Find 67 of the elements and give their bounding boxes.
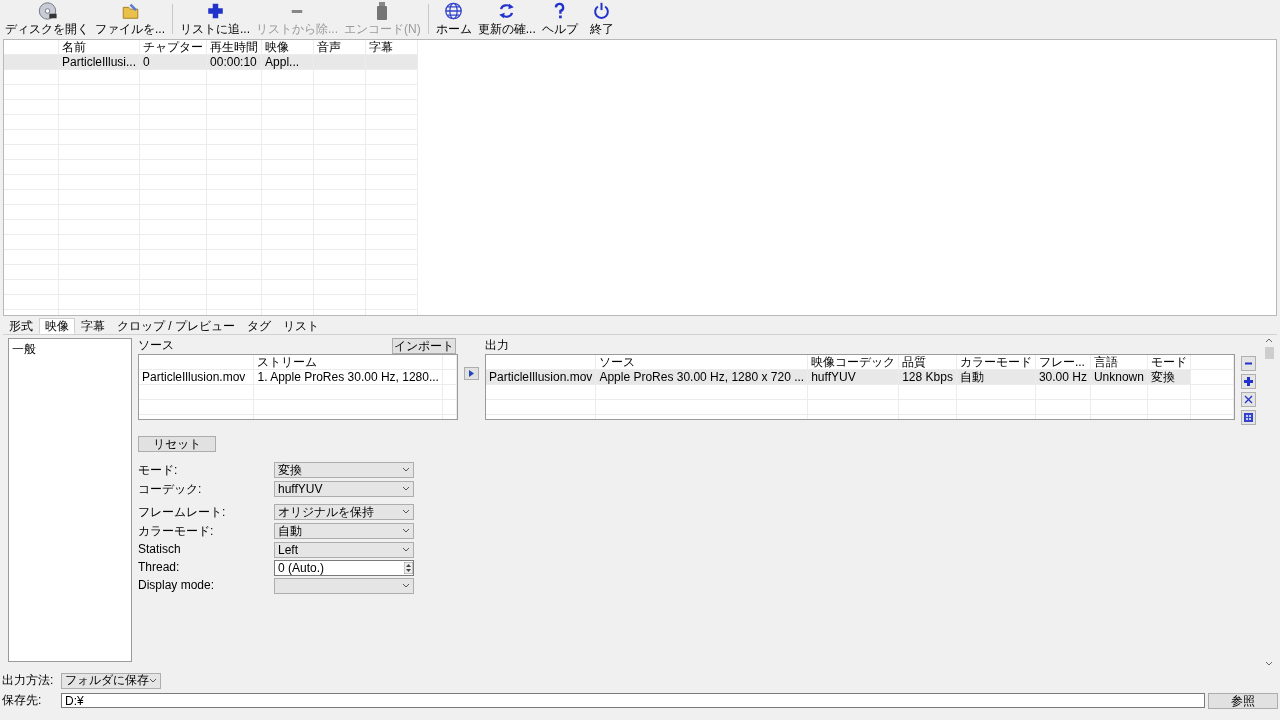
toolbar-button[interactable]: ファイルを... (92, 0, 168, 38)
toolbar-button[interactable]: ホーム (432, 0, 475, 38)
output-label: 出力 (485, 337, 509, 354)
scroll-up-icon[interactable] (1265, 337, 1273, 345)
grid-icon[interactable] (1241, 410, 1256, 425)
output-row[interactable]: ParticleIllusion.mov Apple ProRes 30.00 Hz, 1280 x 720 ... huffYUV 128 Kbps 自動 30.00 Hz Unknown 変換 (486, 369, 1234, 385)
toolbar-button[interactable]: 更新の確... (474, 0, 539, 38)
close-icon[interactable] (1241, 392, 1256, 407)
table-cell: ParticleIllusion.mov (139, 369, 254, 385)
tab[interactable]: 映像 (39, 318, 75, 334)
tab[interactable]: 字幕 (75, 318, 111, 334)
add-output-button[interactable] (464, 367, 479, 380)
toolbar-button[interactable]: リストに追... (177, 0, 254, 38)
setting-label: コーデック: (138, 481, 203, 498)
disc-icon (36, 1, 58, 21)
column-header[interactable]: ストリーム (254, 355, 443, 370)
column-header[interactable]: 字幕 (365, 40, 418, 55)
browse-button[interactable]: 参照 (1208, 692, 1278, 709)
tab[interactable]: リスト (277, 318, 325, 334)
setting-label: カラーモード: (138, 523, 215, 540)
output-method-dropdown[interactable]: フォルダに保存 (61, 672, 161, 689)
setting-label: フレームレート: (138, 504, 227, 521)
file-row[interactable]: ParticleIllusi... 0 00:00:10 Appl... (4, 54, 418, 70)
tab[interactable]: 形式 (3, 318, 39, 334)
destination-label: 保存先: (2, 692, 43, 709)
toolbar-button[interactable]: ヘルプ (538, 0, 581, 38)
dropdown[interactable]: オリジナルを保持 (274, 504, 414, 520)
import-button[interactable]: インポート (392, 337, 456, 354)
number-field[interactable]: 0 (Auto.) (274, 560, 414, 576)
setting-label: Display mode: (138, 578, 216, 594)
table-cell: 1. Apple ProRes 30.00 Hz, 1280... (254, 369, 443, 385)
column-header[interactable]: モード (1147, 355, 1191, 370)
tab[interactable]: クロップ / プレビュー (111, 318, 241, 334)
column-header[interactable]: ソース (595, 355, 808, 370)
dropdown[interactable]: huffYUV (274, 481, 414, 497)
column-header[interactable]: カラーモード (956, 355, 1036, 370)
output-method-label: 出力方法: (2, 672, 55, 689)
column-header[interactable]: 品質 (898, 355, 957, 370)
play-arrow-icon (469, 370, 474, 377)
setting-label: Statisch (138, 542, 182, 558)
spinner-arrows-icon[interactable] (404, 562, 413, 574)
container-icon (376, 2, 389, 20)
dropdown[interactable]: 変換 (274, 462, 414, 478)
globe-icon (443, 1, 465, 21)
dropdown[interactable]: Left (274, 542, 414, 558)
toolbar-button[interactable]: 終了 (580, 0, 623, 38)
column-header[interactable]: 再生時間 (206, 40, 262, 55)
column-header[interactable]: 映像 (261, 40, 314, 55)
toolbar-button[interactable]: ディスクを開く (2, 0, 92, 38)
column-header[interactable]: 名前 (58, 40, 140, 55)
scroll-thumb[interactable] (1264, 347, 1274, 359)
plus-icon[interactable] (1241, 374, 1256, 389)
setting-label: Thread: (138, 560, 181, 576)
source-label: ソース (138, 337, 174, 354)
column-header[interactable]: 音声 (313, 40, 366, 55)
destination-field[interactable]: D:¥ (61, 693, 1205, 708)
reset-button[interactable]: リセット (138, 436, 216, 452)
dropdown[interactable]: 自動 (274, 523, 414, 539)
tree-item[interactable]: 一般 (12, 342, 36, 356)
setting-label: モード: (138, 462, 179, 479)
tab[interactable]: タグ (241, 318, 277, 334)
column-header[interactable]: チャプター (139, 40, 207, 55)
column-header[interactable]: フレー... (1035, 355, 1091, 370)
remove-icon[interactable] (1241, 356, 1256, 371)
column-header[interactable]: 言語 (1090, 355, 1148, 370)
scroll-down-icon[interactable] (1265, 659, 1273, 667)
column-header[interactable]: 映像コーデック (807, 355, 899, 370)
